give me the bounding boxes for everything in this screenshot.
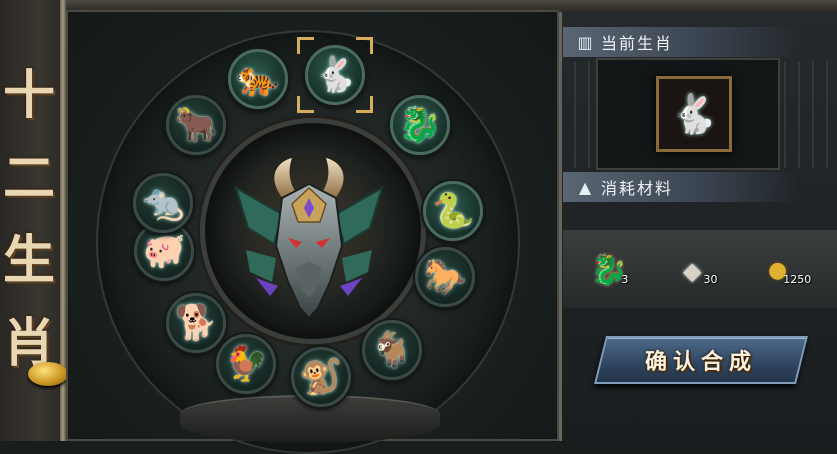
zodiac-slot-tiger[interactable]: 🐅 bbox=[228, 49, 289, 110]
dog-icon: 🐕 bbox=[174, 302, 218, 343]
gold-ingot-icon bbox=[28, 362, 68, 386]
zodiac-slot-dragon[interactable]: 🐉 bbox=[389, 95, 450, 155]
rooster-icon: 🐓 bbox=[225, 343, 268, 384]
confirm-synthesis-button[interactable]: 确认合成 bbox=[594, 336, 808, 384]
title-char: 十 bbox=[2, 65, 55, 127]
monkey-icon: 🐒 bbox=[299, 357, 342, 398]
horse-icon: 🐎 bbox=[424, 256, 467, 297]
zodiac-beast-mask bbox=[234, 158, 384, 320]
material-count: 1250 bbox=[783, 273, 812, 286]
title-char: 二 bbox=[2, 147, 55, 209]
zodiac-slot-monkey[interactable]: 🐒 bbox=[290, 347, 351, 408]
ox-icon: 🐂 bbox=[174, 105, 218, 145]
material-count: 3 bbox=[621, 273, 629, 286]
pig-icon: 🐖 bbox=[143, 230, 186, 271]
page-title: 十 二 生 肖 bbox=[0, 55, 58, 385]
material-item[interactable]: ◆ 30 bbox=[683, 248, 717, 288]
snake-icon: 🐍 bbox=[432, 190, 475, 231]
zodiac-slot-horse[interactable]: 🐎 bbox=[415, 246, 476, 307]
material-item[interactable]: 🐉 3 bbox=[590, 248, 628, 288]
zodiac-slot-dog[interactable]: 🐕 bbox=[166, 292, 227, 353]
confirm-button-label: 确认合成 bbox=[644, 349, 757, 375]
material-item[interactable]: ● 1250 bbox=[768, 248, 811, 288]
zodiac-slot-goat[interactable]: 🐐 bbox=[361, 320, 422, 381]
goat-icon: 🐐 bbox=[370, 330, 413, 371]
current-zodiac-slot[interactable]: 🐇 bbox=[656, 76, 732, 152]
materials-header: ▲ 消耗材料 bbox=[563, 172, 799, 202]
rat-icon: 🐀 bbox=[142, 182, 185, 223]
zodiac-slot-ox[interactable]: 🐂 bbox=[166, 95, 227, 155]
tiger-icon: 🐅 bbox=[236, 59, 280, 100]
materials-label: 消耗材料 bbox=[601, 179, 674, 198]
zodiac-slot-snake[interactable]: 🐍 bbox=[423, 180, 484, 241]
rabbit-icon: 🐇 bbox=[670, 91, 718, 136]
mountain-icon: ▲ bbox=[578, 177, 592, 197]
zodiac-slot-rooster[interactable]: 🐓 bbox=[216, 333, 277, 394]
barcode-icon: ▥ bbox=[577, 32, 593, 52]
rabbit-icon: 🐇 bbox=[314, 55, 357, 96]
material-count: 30 bbox=[703, 273, 718, 286]
zodiac-slot-rat[interactable]: 🐀 bbox=[133, 172, 194, 233]
title-char: 生 bbox=[2, 230, 55, 292]
current-zodiac-label: 当前生肖 bbox=[601, 34, 674, 53]
current-zodiac-header: ▥ 当前生肖 bbox=[563, 27, 799, 57]
dragon-icon: 🐉 bbox=[398, 105, 441, 145]
crystal-shard-icon: ◆ bbox=[683, 257, 702, 285]
